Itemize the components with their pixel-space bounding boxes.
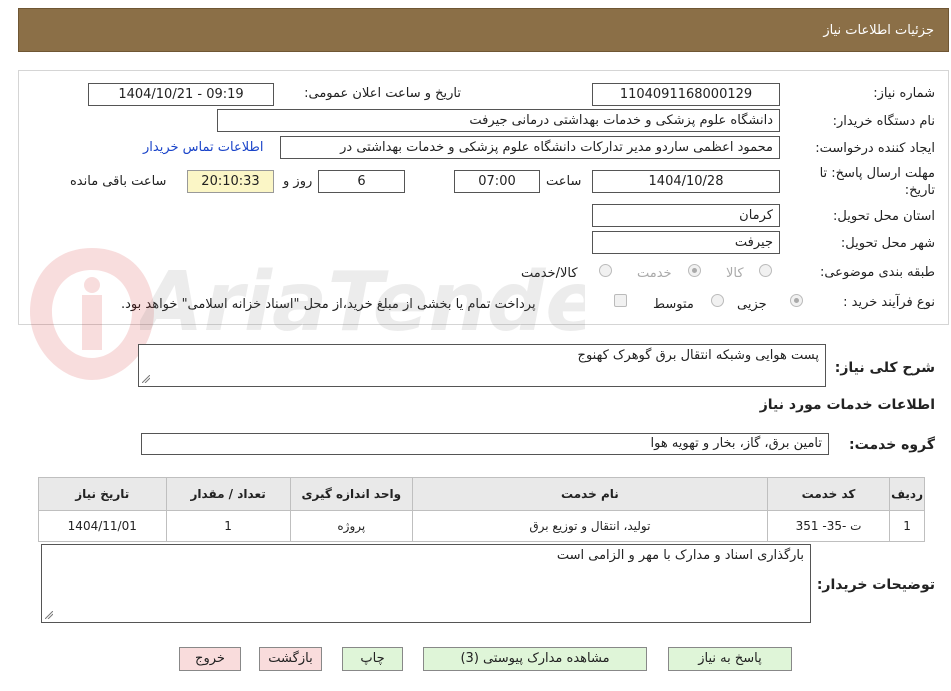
- watermark-label: AriaTender.neT: [140, 255, 585, 350]
- col-header-row-number: ردیف: [889, 477, 925, 511]
- remaining-time-field: 20:10:33: [187, 170, 274, 193]
- service-group-field: تامین برق، گاز، بخار و تهویه هوا: [141, 433, 829, 455]
- deadline-days-label: روز و: [283, 174, 313, 189]
- process-medium-label: متوسط: [653, 297, 694, 312]
- col-header-service-name: نام خدمت: [411, 477, 768, 511]
- cell-service-name: تولید، انتقال و توزیع برق: [411, 510, 768, 542]
- category-goods-radio[interactable]: [759, 264, 772, 277]
- deadline-date-field: 1404/10/28: [592, 170, 780, 193]
- col-header-need-date: تاریخ نیاز: [38, 477, 167, 511]
- page-title: جزئیات اطلاعات نیاز: [823, 23, 934, 38]
- category-service-radio[interactable]: [688, 264, 701, 277]
- buyer-org-field: دانشگاه علوم پزشکی و خدمات بهداشتی درمان…: [217, 109, 780, 132]
- deadline-time-field: 07:00: [454, 170, 540, 193]
- resize-handle-icon[interactable]: [142, 375, 150, 383]
- province-label: استان محل تحویل:: [833, 209, 935, 224]
- process-minor-label: جزیی: [737, 297, 767, 312]
- process-medium-radio[interactable]: [711, 294, 724, 307]
- description-text: پست هوایی وشبکه انتقال برق گوهرک کهنوج: [577, 348, 819, 363]
- cell-quantity: 1: [165, 510, 291, 542]
- deadline-label-line2: تاریخ:: [904, 183, 935, 198]
- buyer-notes-text: بارگذاری اسناد و مدارک با مهر و الزامی ا…: [556, 548, 804, 563]
- services-table: ردیف کد خدمت نام خدمت واحد اندازه گیری ت…: [38, 477, 925, 542]
- services-section-title: اطلاعات خدمات مورد نیاز: [759, 397, 935, 413]
- deadline-time-label: ساعت: [546, 174, 582, 189]
- cell-row-number: 1: [889, 510, 925, 542]
- city-field: جیرفت: [592, 231, 780, 254]
- need-number-field: 1104091168000129: [592, 83, 780, 106]
- requester-label: ایجاد کننده درخواست:: [815, 141, 935, 156]
- category-label: طبقه بندی موضوعی:: [819, 265, 935, 280]
- view-attachments-button[interactable]: مشاهده مدارک پیوستی (3): [423, 647, 647, 671]
- deadline-days-field: 6: [318, 170, 405, 193]
- requester-field: محمود اعظمی ساردو مدیر تدارکات دانشگاه ع…: [280, 136, 780, 159]
- remaining-time-label: ساعت باقی مانده: [70, 174, 167, 189]
- process-minor-radio[interactable]: [790, 294, 803, 307]
- service-group-label: گروه خدمت:: [849, 437, 935, 453]
- buyer-org-label: نام دستگاه خریدار:: [832, 114, 935, 129]
- announce-date-field: 1404/10/21 - 09:19: [88, 83, 274, 106]
- exit-button[interactable]: خروج: [179, 647, 241, 671]
- table-row: 1 ت -35- 351 تولید، انتقال و توزیع برق پ…: [38, 510, 925, 542]
- city-label: شهر محل تحویل:: [840, 236, 935, 251]
- cell-service-code: ت -35- 351: [766, 510, 891, 542]
- cell-unit: پروژه: [289, 510, 413, 542]
- table-header-row: ردیف کد خدمت نام خدمت واحد اندازه گیری ت…: [38, 477, 925, 511]
- page-header: جزئیات اطلاعات نیاز: [18, 8, 949, 52]
- print-button[interactable]: چاپ: [342, 647, 403, 671]
- buyer-notes-textarea: بارگذاری اسناد و مدارک با مهر و الزامی ا…: [41, 544, 811, 623]
- back-button[interactable]: بازگشت: [259, 647, 322, 671]
- watermark-text: AriaTender.neT: [140, 255, 585, 350]
- province-field: کرمان: [592, 204, 780, 227]
- col-header-service-code: کد خدمت: [766, 477, 891, 511]
- resize-handle-icon[interactable]: [45, 611, 53, 619]
- cell-need-date: 1404/11/01: [38, 510, 167, 542]
- col-header-unit: واحد اندازه گیری: [289, 477, 413, 511]
- need-number-label: شماره نیاز:: [873, 86, 935, 101]
- description-label: شرح کلی نیاز:: [834, 360, 935, 376]
- process-label: نوع فرآیند خرید :: [843, 295, 935, 310]
- deadline-label: مهلت ارسال پاسخ: تا: [819, 166, 935, 181]
- treasury-payment-checkbox[interactable]: [614, 294, 627, 307]
- announce-date-label: تاریخ و ساعت اعلان عمومی:: [304, 86, 461, 101]
- category-goods-label: کالا: [726, 266, 744, 281]
- buyer-contact-link[interactable]: اطلاعات تماس خریدار: [143, 140, 263, 155]
- category-goods-service-radio[interactable]: [599, 264, 612, 277]
- category-service-label: خدمت: [637, 266, 672, 281]
- reply-button[interactable]: پاسخ به نیاز: [668, 647, 792, 671]
- col-header-quantity: تعداد / مقدار: [165, 477, 291, 511]
- buyer-notes-label: توضیحات خریدار:: [816, 577, 935, 593]
- description-textarea: پست هوایی وشبکه انتقال برق گوهرک کهنوج: [138, 344, 826, 387]
